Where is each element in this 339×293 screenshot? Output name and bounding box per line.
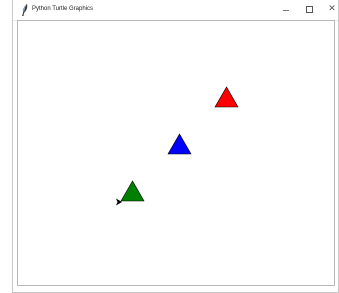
green-triangle: [120, 180, 145, 202]
maximize-icon: [305, 5, 313, 13]
title-bar[interactable]: Python Turtle Graphics ✕: [13, 0, 338, 21]
red-triangle: [214, 86, 239, 108]
turtle-window: Python Turtle Graphics ✕: [12, 0, 339, 293]
turtle-cursor: [116, 198, 122, 206]
close-icon: ✕: [328, 4, 336, 14]
minimize-icon: [283, 9, 289, 11]
turtle-canvas[interactable]: [17, 20, 335, 286]
window-title: Python Turtle Graphics: [32, 6, 94, 12]
blue-triangle: [167, 133, 192, 155]
feather-app-icon: [22, 4, 28, 16]
close-button[interactable]: ✕: [319, 0, 339, 18]
drawing-surface: [116, 86, 239, 206]
